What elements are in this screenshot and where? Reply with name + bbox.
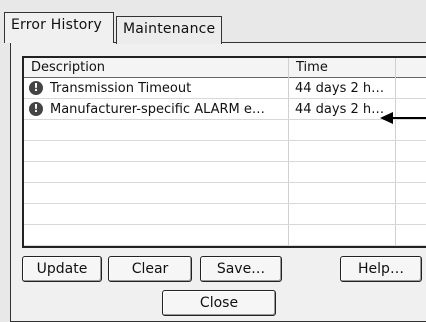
save-button[interactable]: Save… bbox=[200, 256, 282, 282]
table-row-empty bbox=[24, 162, 426, 183]
table-row-empty bbox=[24, 141, 426, 162]
table-row[interactable]: ! Manufacturer-specific ALARM e… 44 days… bbox=[24, 99, 426, 120]
row-time: 44 days 2 h… bbox=[295, 81, 385, 96]
table-row-empty bbox=[24, 225, 426, 246]
column-header-time[interactable]: Time bbox=[289, 58, 396, 78]
row-time: 44 days 2 h… bbox=[295, 102, 385, 117]
column-header-description[interactable]: Description bbox=[24, 58, 289, 78]
table-row[interactable]: ! Transmission Timeout 44 days 2 h… bbox=[24, 78, 426, 99]
table-row-empty bbox=[24, 183, 426, 204]
tab-maintenance[interactable]: Maintenance bbox=[116, 16, 222, 44]
alarm-icon: ! bbox=[29, 102, 43, 116]
table-row-empty bbox=[24, 120, 426, 141]
row-description: Transmission Timeout bbox=[50, 81, 192, 96]
clear-button[interactable]: Clear bbox=[108, 256, 192, 282]
help-button[interactable]: Help… bbox=[340, 256, 422, 282]
callout-arrow-line bbox=[392, 117, 426, 119]
tab-error-history[interactable]: Error History bbox=[4, 12, 114, 43]
row-description: Manufacturer-specific ALARM e… bbox=[50, 102, 265, 117]
column-header-extra[interactable] bbox=[396, 58, 426, 78]
alarm-icon: ! bbox=[29, 81, 43, 95]
callout-arrow-icon bbox=[380, 112, 393, 124]
close-button[interactable]: Close bbox=[162, 290, 276, 316]
error-history-list[interactable]: Description Time ! Transmission Timeout … bbox=[22, 56, 426, 248]
update-button[interactable]: Update bbox=[22, 256, 102, 282]
table-row-empty bbox=[24, 204, 426, 225]
